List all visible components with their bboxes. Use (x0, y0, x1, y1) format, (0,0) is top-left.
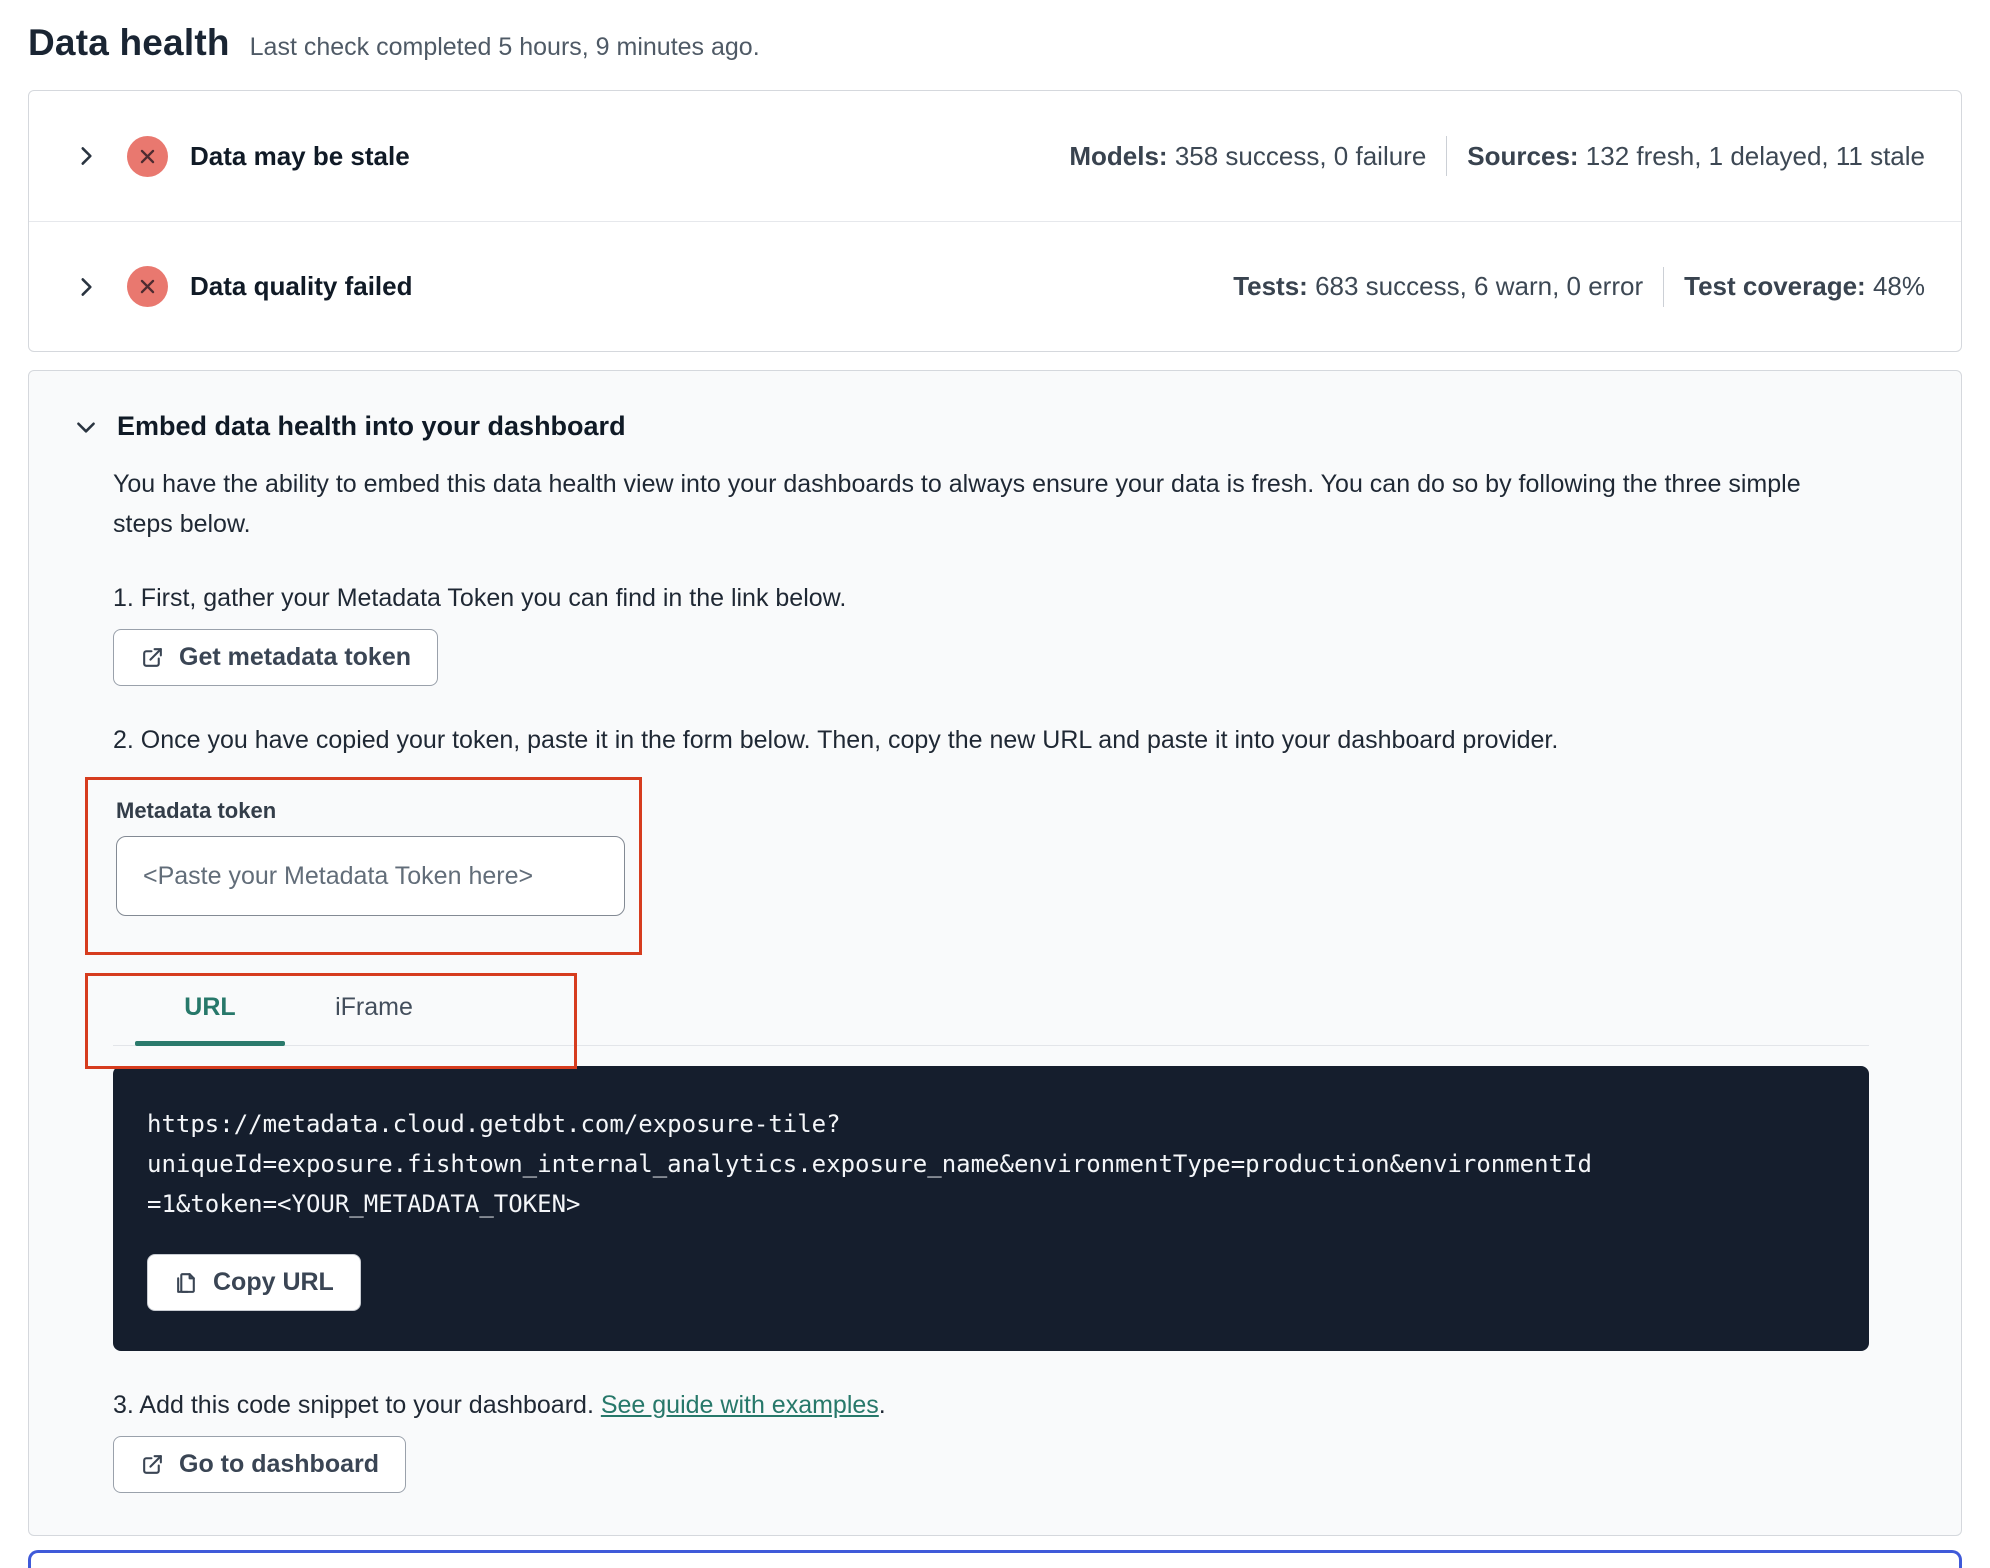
last-check-status: Last check completed 5 hours, 9 minutes … (249, 33, 760, 61)
external-link-icon (143, 1455, 162, 1474)
test-coverage-stat-label: Test coverage: (1684, 271, 1866, 301)
tab-url[interactable]: URL (135, 979, 285, 1046)
copy-url-button[interactable]: Copy URL (147, 1254, 361, 1311)
step-3-suffix: . (878, 1391, 886, 1419)
output-tabs: URL iFrame (113, 979, 1869, 1046)
see-guide-link[interactable]: See guide with examples (601, 1391, 879, 1419)
output-tabs-wrap: URL iFrame (85, 973, 1869, 1069)
step-3-prefix: 3. Add this code snippet to your dashboa… (113, 1391, 601, 1419)
step-1-text: 1. First, gather your Metadata Token you… (113, 584, 847, 612)
get-metadata-token-button[interactable]: Get metadata token (113, 629, 439, 686)
chevron-right-icon[interactable] (73, 274, 99, 300)
error-x-circle-icon (127, 266, 168, 307)
test-coverage-stat-value: 48% (1872, 271, 1925, 301)
chevron-right-icon[interactable] (73, 143, 99, 169)
status-row-stats: Models: 358 success, 0 failure Sources: … (1069, 136, 1925, 176)
external-link-icon (143, 648, 162, 667)
copy-url-label: Copy URL (213, 1268, 334, 1296)
page-title: Data health (28, 22, 230, 63)
embed-section-header[interactable]: Embed data health into your dashboard (29, 411, 1961, 442)
embed-section-card: Embed data health into your dashboard Yo… (28, 370, 1962, 1536)
embed-url-code-block: https://metadata.cloud.getdbt.com/exposu… (113, 1066, 1869, 1351)
go-to-dashboard-button[interactable]: Go to dashboard (113, 1436, 406, 1493)
get-metadata-token-label: Get metadata token (179, 643, 412, 671)
chevron-down-icon[interactable] (73, 414, 99, 440)
tests-stat-value: 683 success, 6 warn, 0 error (1315, 271, 1644, 301)
sources-stat-label: Sources: (1467, 140, 1579, 171)
tests-stat: Tests: 683 success, 6 warn, 0 error (1233, 271, 1643, 302)
models-stat-value: 358 success, 0 failure (1174, 140, 1427, 171)
stat-divider (1663, 266, 1665, 307)
sources-stat: Sources: 132 fresh, 1 delayed, 11 stale (1467, 141, 1925, 172)
embed-url-line: uniqueId=exposure.fishtown_internal_anal… (147, 1150, 1592, 1178)
data-health-page: Data health Last check completed 5 hours… (0, 0, 1990, 1568)
tab-iframe-label: iFrame (335, 993, 413, 1021)
models-stat-label: Models: (1069, 140, 1168, 171)
status-summary-card: Data may be stale Models: 358 success, 0… (28, 90, 1962, 352)
metadata-token-label: Metadata token (116, 798, 277, 823)
embed-section-title: Embed data health into your dashboard (117, 411, 626, 441)
active-tab-underline (135, 1041, 285, 1046)
status-row-stats: Tests: 683 success, 6 warn, 0 error Test… (1233, 266, 1925, 307)
stat-divider (1446, 136, 1448, 176)
tests-stat-label: Tests: (1233, 271, 1308, 301)
sources-stat-value: 132 fresh, 1 delayed, 11 stale (1585, 140, 1925, 171)
error-x-circle-icon (127, 135, 168, 177)
embed-description: You have the ability to embed this data … (113, 470, 1801, 538)
go-to-dashboard-label: Go to dashboard (179, 1450, 379, 1478)
step-3-text: 3. Add this code snippet to your dashboa… (113, 1391, 1869, 1420)
test-coverage-stat: Test coverage: 48% (1684, 271, 1925, 302)
status-row-quality[interactable]: Data quality failed Tests: 683 success, … (29, 221, 1961, 351)
metadata-token-annotation-box: Metadata token (85, 777, 642, 955)
embed-url-line: https://metadata.cloud.getdbt.com/exposu… (147, 1110, 841, 1138)
status-row-title: Data quality failed (190, 271, 413, 301)
tab-iframe[interactable]: iFrame (299, 979, 449, 1045)
metadata-token-input[interactable] (116, 836, 625, 916)
embed-section-content: You have the ability to embed this data … (29, 464, 1961, 1493)
next-card-focus-ring[interactable] (28, 1550, 1962, 1568)
tab-url-label: URL (184, 993, 236, 1021)
copy-icon (177, 1273, 195, 1293)
status-row-stale[interactable]: Data may be stale Models: 358 success, 0… (29, 91, 1961, 221)
embed-url-line: =1&token=<YOUR_METADATA_TOKEN> (147, 1190, 581, 1218)
step-2-text: 2. Once you have copied your token, past… (113, 726, 1559, 754)
page-header: Data health Last check completed 5 hours… (28, 18, 1962, 90)
status-row-title: Data may be stale (190, 140, 410, 171)
models-stat: Models: 358 success, 0 failure (1069, 141, 1426, 172)
